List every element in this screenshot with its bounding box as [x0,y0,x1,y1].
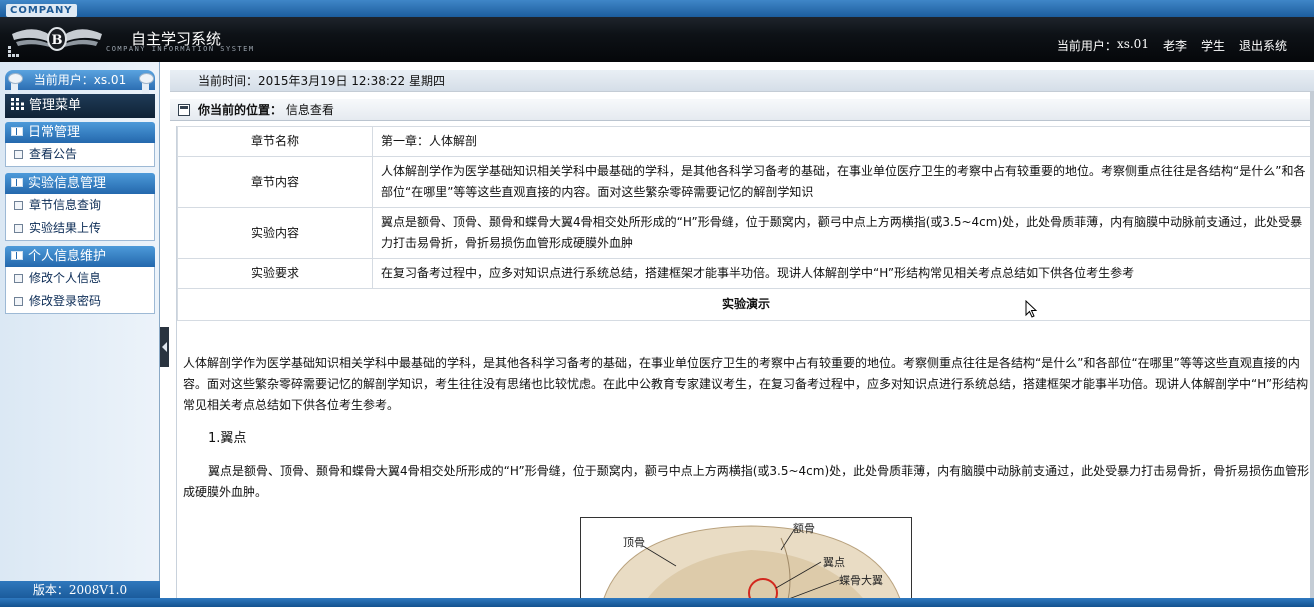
grid-menu-icon [11,95,25,110]
book-icon [11,251,23,260]
user-role: 学生 [1200,39,1225,53]
company-subtitle: COMPANY INFORMATION SYSTEM [106,45,255,53]
table-row: 章节内容 人体解剖学作为医学基础知识相关学科中最基础的学科，是其他各科学习备考的… [177,156,1314,208]
table-value: 在复习备考过程中，应多对知识点进行系统总结，搭建框架才能事半功倍。现讲人体解剖学… [372,258,1314,289]
sidebar-item-change-password[interactable]: 修改登录密码 [6,290,154,313]
table-value: 人体解剖学作为医学基础知识相关学科中最基础的学科，是其他各科学习备考的基础，在事… [372,156,1314,208]
section-personal-info[interactable]: 个人信息维护 [5,246,155,267]
section-title: 日常管理 [28,125,81,140]
section-daily-management[interactable]: 日常管理 [5,122,155,143]
version-label: 版本：2008V1.0 [0,581,160,599]
document-icon [14,224,23,233]
skull-diagram: 顶骨 额骨 翼点 蝶骨大翼 [580,517,912,607]
menu-header: 管理菜单 [5,94,155,118]
table-label: 实验内容 [177,207,373,259]
sidebar-item-edit-profile[interactable]: 修改个人信息 [6,267,154,290]
diagram-label-frontal: 额骨 [793,522,815,535]
table-label: 实验要求 [177,258,373,289]
section-title: 实验信息管理 [28,176,107,191]
breadcrumb: 你当前的位置： 信息查看 [170,99,1314,121]
sidebar-item-label: 实验结果上传 [29,221,102,235]
article: 人体解剖学作为医学基础知识相关学科中最基础的学科，是其他各科学习备考的基础，在事… [183,353,1311,503]
sidebar-item-label: 修改个人信息 [29,271,102,285]
company-tag: COMPANY [6,4,77,17]
mouse-cursor-icon [1025,300,1038,318]
current-user-label: 当前用户： [1056,39,1117,53]
skull-illustration [601,525,903,606]
table-row: 实验要求 在复习备考过程中，应多对知识点进行系统总结，搭建框架才能事半功倍。现讲… [177,258,1314,289]
bottom-bar [0,598,1314,607]
diagram-label-pterion: 翼点 [823,556,845,569]
table-label: 章节名称 [177,126,373,157]
sidebar-current-user: 当前用户：xs.01 [5,70,155,97]
user-id: xs.01 [1116,37,1149,51]
corner-dots-icon [8,46,20,58]
sidebar: 当前用户：xs.01 管理菜单 日常管理 查看公告 实验信息管理 章节信息查询 … [0,62,160,607]
user-nav: 当前用户： xs.01 老李 学生 退出系统 [1043,37,1287,54]
section-experiment-management-body: 章节信息查询 实验结果上传 [5,194,155,241]
sidebar-item-view-notice[interactable]: 查看公告 [6,143,154,166]
menu-header-title: 管理菜单 [29,98,82,113]
document-icon [14,150,23,159]
document-icon [14,297,23,306]
sidebar-current-user-text: 当前用户：xs.01 [33,73,127,87]
sidebar-collapse-handle[interactable] [160,327,169,367]
location-icon [178,104,190,116]
table-value: 第一章：人体解剖 [372,126,1314,157]
section-title: 个人信息维护 [28,249,107,264]
table-value: 翼点是额骨、顶骨、颞骨和蝶骨大翼4骨相交处所形成的“H”形骨缝，位于颞窝内，颧弓… [372,207,1314,259]
document-icon [14,201,23,210]
svg-text:B: B [52,33,63,48]
article-body: 翼点是额骨、顶骨、颞骨和蝶骨大翼4骨相交处所形成的“H”形骨缝，位于颞窝内，颧弓… [183,464,1310,499]
document-icon [14,274,23,283]
vertical-scrollbar[interactable] [1310,92,1314,607]
logout-link[interactable]: 退出系统 [1239,37,1287,54]
article-heading: 1.翼点 [208,431,247,446]
table-row: 实验内容 翼点是额骨、顶骨、颞骨和蝶骨大翼4骨相交处所形成的“H”形骨缝，位于颞… [177,207,1314,259]
book-icon [11,178,23,187]
article-intro: 人体解剖学作为医学基础知识相关学科中最基础的学科，是其他各科学习备考的基础，在事… [183,356,1309,412]
diagram-label-sphenoid: 蝶骨大翼 [839,574,883,587]
sidebar-item-label: 修改登录密码 [29,294,102,308]
info-table: 章节名称 第一章：人体解剖 章节内容 人体解剖学作为医学基础知识相关学科中最基础… [177,126,1314,321]
table-row: 章节名称 第一章：人体解剖 [177,126,1314,157]
sidebar-item-result-upload[interactable]: 实验结果上传 [6,217,154,240]
user-name: 老李 [1162,39,1187,53]
sidebar-item-chapter-query[interactable]: 章节信息查询 [6,194,154,217]
demo-title: 实验演示 [177,288,1314,321]
location-label: 你当前的位置： [198,103,283,117]
section-daily-management-body: 查看公告 [5,143,155,167]
header-top-strip [0,0,1314,17]
sidebar-item-label: 章节信息查询 [29,198,102,212]
current-time-bar: 当前时间：2015年3月19日 12:38:22 星期四 [170,70,1314,92]
table-label: 章节内容 [177,156,373,208]
winged-b-logo-icon: B [12,27,102,51]
section-experiment-management[interactable]: 实验信息管理 [5,173,155,194]
diagram-label-parietal: 顶骨 [623,536,645,549]
book-icon [11,127,23,136]
app-header: COMPANY B 自主学习系统 COMPANY INFORMATION SYS… [0,0,1314,62]
section-personal-info-body: 修改个人信息 修改登录密码 [5,267,155,314]
table-row: 实验演示 [177,288,1314,321]
location-value: 信息查看 [285,103,334,117]
sidebar-item-label: 查看公告 [29,147,78,161]
